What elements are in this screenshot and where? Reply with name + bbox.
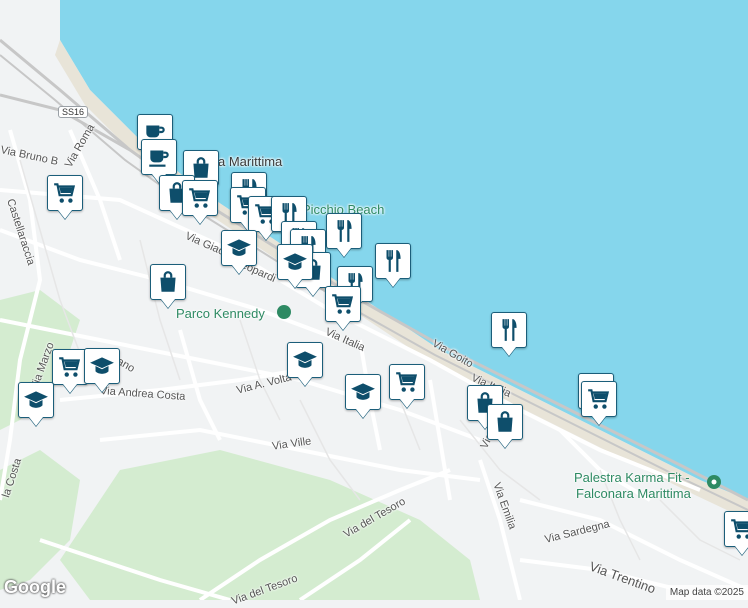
map-pin-cart[interactable] (52, 349, 88, 385)
poi-label-parco-kennedy[interactable]: Parco Kennedy (176, 306, 265, 321)
restaurant-icon (496, 317, 522, 343)
highway-shield-ss16: SS16 (58, 106, 89, 118)
map-pin-coffee[interactable] (141, 139, 177, 175)
shopping-bag-icon (492, 409, 518, 435)
cart-icon (729, 516, 748, 542)
poi-label-palestra-line1[interactable]: Palestra Karma Fit - (574, 470, 690, 485)
map-pin-school[interactable] (287, 342, 323, 378)
restaurant-icon (331, 218, 357, 244)
cart-icon (586, 386, 612, 412)
map-pin-shopping-bag[interactable] (150, 264, 186, 300)
google-logo: Google (4, 577, 66, 597)
cart-icon (187, 185, 213, 211)
school-icon (292, 347, 318, 373)
map-pin-cart[interactable] (581, 381, 617, 417)
map-pin-school[interactable] (277, 244, 313, 280)
map-pin-cart[interactable] (182, 180, 218, 216)
shopping-bag-icon (155, 269, 181, 295)
map-pin-school[interactable] (18, 382, 54, 418)
school-icon (89, 353, 115, 379)
school-icon (350, 379, 376, 405)
place-label-marittima[interactable]: a Marittima (218, 154, 282, 169)
school-icon (226, 235, 252, 261)
map-pin-cart[interactable] (389, 364, 425, 400)
school-icon (23, 387, 49, 413)
cart-icon (52, 180, 78, 206)
cart-icon (57, 354, 83, 380)
map-pin-restaurant[interactable] (375, 243, 411, 279)
coffee-icon (146, 144, 172, 170)
cart-icon (330, 291, 356, 317)
cart-icon (394, 369, 420, 395)
map-pin-cart[interactable] (724, 511, 748, 547)
restaurant-icon (380, 248, 406, 274)
poi-label-palestra-line2[interactable]: Falconara Marittima (576, 486, 691, 501)
gym-poi-dot (711, 479, 717, 485)
map-pin-school[interactable] (345, 374, 381, 410)
map-pin-school[interactable] (84, 348, 120, 384)
map-pin-shopping-bag[interactable] (487, 404, 523, 440)
map-pin-restaurant[interactable] (491, 312, 527, 348)
map-attribution[interactable]: Map data ©2025 (665, 585, 748, 600)
park-poi-icon[interactable] (277, 305, 291, 319)
map-pin-school[interactable] (221, 230, 257, 266)
map-pin-restaurant[interactable] (326, 213, 362, 249)
school-icon (282, 249, 308, 275)
map-pin-cart[interactable] (325, 286, 361, 322)
map-pin-cart[interactable] (47, 175, 83, 211)
